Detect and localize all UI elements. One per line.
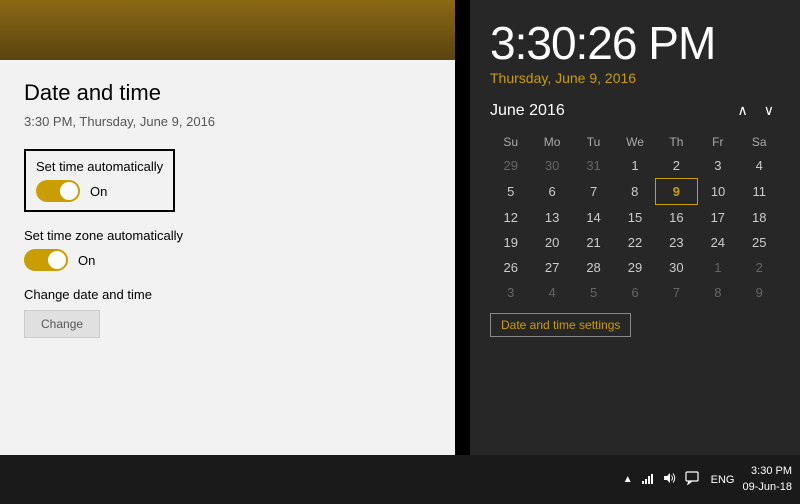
set-time-auto-toggle[interactable] xyxy=(36,180,80,202)
calendar-day[interactable]: 31 xyxy=(573,153,614,179)
calendar-day[interactable]: 30 xyxy=(531,153,572,179)
taskbar-lang: ENG xyxy=(711,474,735,486)
calendar-day[interactable]: 29 xyxy=(614,255,655,280)
calendar-header: June 2016 ∧ ∨ xyxy=(490,100,780,121)
change-button[interactable]: Change xyxy=(24,310,100,338)
calendar-prev-button[interactable]: ∧ xyxy=(732,100,754,121)
calendar-day[interactable]: 30 xyxy=(656,255,697,280)
message-icon[interactable] xyxy=(685,471,699,488)
calendar-day[interactable]: 8 xyxy=(697,280,738,305)
taskbar: ▲ ENG 3:30 PM xyxy=(0,455,800,504)
calendar-day[interactable]: 3 xyxy=(490,280,531,305)
right-panel: 3:30:26 PM Thursday, June 9, 2016 June 2… xyxy=(470,0,800,455)
calendar-day[interactable]: 12 xyxy=(490,205,531,231)
calendar-day[interactable]: 13 xyxy=(531,205,572,231)
calendar-day[interactable]: 22 xyxy=(614,230,655,255)
set-time-auto-label: Set time automatically xyxy=(36,159,163,174)
taskbar-date: 09-Jun-18 xyxy=(742,480,792,495)
calendar-day[interactable]: 24 xyxy=(697,230,738,255)
set-timezone-auto-state: On xyxy=(78,253,95,268)
current-time-display: 3:30 PM, Thursday, June 9, 2016 xyxy=(24,114,431,129)
settings-title: Date and time xyxy=(24,80,431,106)
set-time-auto-state: On xyxy=(90,184,107,199)
calendar-day[interactable]: 21 xyxy=(573,230,614,255)
weekday-su: Su xyxy=(490,131,531,153)
calendar-week-row: 3456789 xyxy=(490,280,780,305)
calendar-day[interactable]: 5 xyxy=(490,179,531,205)
network-icon[interactable] xyxy=(641,471,655,488)
calendar-day[interactable]: 7 xyxy=(656,280,697,305)
set-timezone-toggle-row: On xyxy=(24,249,431,271)
change-datetime-label: Change date and time xyxy=(24,287,431,302)
calendar-day[interactable]: 9 xyxy=(739,280,780,305)
taskbar-time: 3:30 PM xyxy=(742,464,792,479)
calendar-day[interactable]: 6 xyxy=(531,179,572,205)
weekday-th: Th xyxy=(656,131,697,153)
calendar-next-button[interactable]: ∨ xyxy=(758,100,780,121)
calendar-day[interactable]: 23 xyxy=(656,230,697,255)
calendar-day[interactable]: 14 xyxy=(573,205,614,231)
weekday-tu: Tu xyxy=(573,131,614,153)
calendar-week-row: 567891011 xyxy=(490,179,780,205)
calendar-day[interactable]: 1 xyxy=(697,255,738,280)
calendar-day[interactable]: 2 xyxy=(656,153,697,179)
set-timezone-auto-label: Set time zone automatically xyxy=(24,228,431,243)
show-hidden-icons[interactable]: ▲ xyxy=(623,474,633,485)
calendar-day[interactable]: 5 xyxy=(573,280,614,305)
calendar-day[interactable]: 7 xyxy=(573,179,614,205)
set-timezone-auto-toggle[interactable] xyxy=(24,249,68,271)
calendar-month-year: June 2016 xyxy=(490,102,565,120)
calendar-day[interactable]: 26 xyxy=(490,255,531,280)
calendar-week-row: 262728293012 xyxy=(490,255,780,280)
calendar-day[interactable]: 9 xyxy=(656,179,697,205)
calendar-day[interactable]: 18 xyxy=(739,205,780,231)
calendar-week-row: 19202122232425 xyxy=(490,230,780,255)
clock-time: 3:30:26 PM xyxy=(490,20,780,66)
taskbar-time-date: 3:30 PM 09-Jun-18 xyxy=(742,464,792,495)
weekday-sa: Sa xyxy=(739,131,780,153)
settings-panel: Date and time 3:30 PM, Thursday, June 9,… xyxy=(0,60,455,455)
calendar-day[interactable]: 1 xyxy=(614,153,655,179)
calendar-day[interactable]: 16 xyxy=(656,205,697,231)
calendar-weekday-header-row: Su Mo Tu We Th Fr Sa xyxy=(490,131,780,153)
calendar: June 2016 ∧ ∨ Su Mo Tu We Th Fr Sa 29303… xyxy=(490,100,780,445)
volume-icon[interactable] xyxy=(663,471,677,488)
set-timezone-auto-row: Set time zone automatically On xyxy=(24,228,431,271)
calendar-day[interactable]: 29 xyxy=(490,153,531,179)
calendar-day[interactable]: 4 xyxy=(531,280,572,305)
calendar-grid: Su Mo Tu We Th Fr Sa 2930311234567891011… xyxy=(490,131,780,305)
calendar-day[interactable]: 17 xyxy=(697,205,738,231)
calendar-day[interactable]: 8 xyxy=(614,179,655,205)
calendar-day[interactable]: 19 xyxy=(490,230,531,255)
date-time-settings-link[interactable]: Date and time settings xyxy=(490,313,631,337)
calendar-week-row: 2930311234 xyxy=(490,153,780,179)
calendar-day[interactable]: 25 xyxy=(739,230,780,255)
calendar-day[interactable]: 2 xyxy=(739,255,780,280)
set-time-auto-box: Set time automatically On xyxy=(24,149,175,212)
calendar-day[interactable]: 4 xyxy=(739,153,780,179)
calendar-day[interactable]: 15 xyxy=(614,205,655,231)
tray-icons: ▲ xyxy=(623,471,699,488)
calendar-day[interactable]: 6 xyxy=(614,280,655,305)
top-image-area xyxy=(0,0,455,60)
clock-date: Thursday, June 9, 2016 xyxy=(490,70,780,86)
set-time-auto-row: On xyxy=(36,180,163,202)
calendar-day[interactable]: 27 xyxy=(531,255,572,280)
change-datetime-row: Change date and time Change xyxy=(24,287,431,338)
calendar-day[interactable]: 3 xyxy=(697,153,738,179)
weekday-fr: Fr xyxy=(697,131,738,153)
calendar-day[interactable]: 10 xyxy=(697,179,738,205)
weekday-we: We xyxy=(614,131,655,153)
calendar-nav-group: ∧ ∨ xyxy=(732,100,781,121)
calendar-day[interactable]: 11 xyxy=(739,179,780,205)
calendar-week-row: 12131415161718 xyxy=(490,205,780,231)
weekday-mo: Mo xyxy=(531,131,572,153)
calendar-day[interactable]: 28 xyxy=(573,255,614,280)
calendar-day[interactable]: 20 xyxy=(531,230,572,255)
